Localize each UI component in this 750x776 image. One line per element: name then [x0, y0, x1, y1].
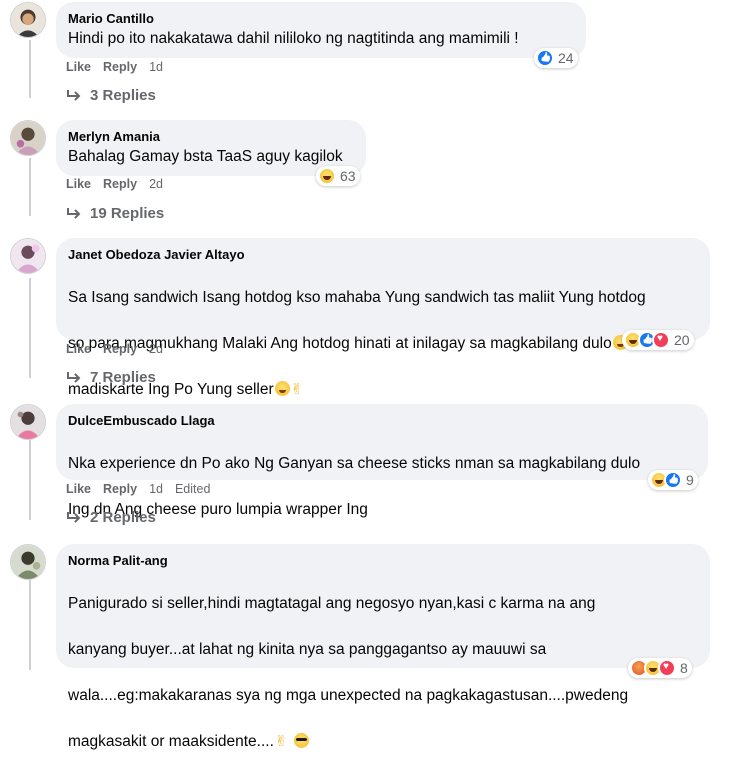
view-replies-button[interactable]: 2 Replies [66, 509, 156, 526]
reply-arrow-icon [66, 89, 82, 102]
reactions-summary[interactable]: 8 [628, 658, 692, 678]
comment-actions: Like Reply 1d Edited [66, 482, 210, 496]
love-reaction-icon [658, 659, 676, 677]
haha-reaction-icon [318, 167, 336, 185]
reaction-count: 20 [674, 332, 690, 348]
comment-bubble: Norma Palit-ang Panigurado si seller,hin… [56, 544, 710, 753]
thread-line [29, 158, 31, 216]
thread-line [29, 278, 31, 378]
replies-count-label: 19 Replies [90, 205, 165, 222]
edited-label[interactable]: Edited [175, 482, 210, 496]
replies-count-label: 2 Replies [90, 509, 156, 526]
comment-text: Hindi po ito nakakatawa dahil nililoko n… [68, 30, 519, 47]
comment-timestamp[interactable]: 2d [149, 342, 163, 356]
like-reaction-icon [664, 471, 682, 489]
comment-text-line: kanyang buyer...at lahat ng kinita nya s… [68, 641, 547, 658]
replies-count-label: 3 Replies [90, 87, 156, 104]
reactions-summary[interactable]: 63 [316, 166, 360, 186]
victory-hand-emoji-icon [275, 730, 289, 753]
comment-bubble: Mario Cantillo Hindi po ito nakakatawa d… [56, 2, 586, 58]
reactions-summary[interactable]: 24 [534, 48, 578, 68]
comment-bubble: Janet Obedoza Javier Altayo Sa Isang san… [56, 238, 710, 401]
reply-button[interactable]: Reply [103, 342, 137, 356]
comment-bubble: DulceEmbuscado Llaga Nka experience dn P… [56, 404, 708, 518]
reply-button[interactable]: Reply [103, 60, 137, 74]
comment-author[interactable]: Norma Palit-ang [68, 552, 698, 569]
like-button[interactable]: Like [66, 342, 91, 356]
reply-button[interactable]: Reply [103, 482, 137, 496]
reaction-count: 63 [340, 168, 356, 184]
avatar[interactable] [10, 2, 46, 38]
reaction-count: 24 [558, 50, 574, 66]
reaction-count: 9 [686, 472, 694, 488]
love-reaction-icon [652, 331, 670, 349]
reply-arrow-icon [66, 511, 82, 524]
comment-text-line: Sa Isang sandwich Isang hotdog kso mahab… [68, 289, 646, 306]
comment-text-line: magkasakit or maaksidente.... [68, 733, 274, 750]
avatar[interactable] [10, 544, 46, 580]
view-replies-button[interactable]: 3 Replies [66, 87, 156, 104]
comment-timestamp[interactable]: 1d [149, 482, 163, 496]
comment-text: Panigurado si seller,hindi magtatagal an… [68, 569, 698, 776]
thread-line [29, 440, 31, 520]
comment-author[interactable]: DulceEmbuscado Llaga [68, 412, 696, 429]
comment-text: Bahalag Gamay bsta TaaS aguy kagilok [68, 148, 343, 165]
grinning-emoji-icon [274, 381, 290, 396]
like-button[interactable]: Like [66, 482, 91, 496]
reply-arrow-icon [66, 371, 82, 384]
comment-author[interactable]: Janet Obedoza Javier Altayo [68, 246, 698, 263]
comment-text-line: Ing dn Ang cheese puro lumpia wrapper In… [68, 501, 368, 518]
like-reaction-icon [536, 49, 554, 67]
victory-hand-emoji-icon [291, 378, 305, 401]
avatar[interactable] [10, 120, 46, 156]
avatar[interactable] [10, 404, 46, 440]
comment-author[interactable]: Merlyn Amania [68, 128, 354, 145]
comment-text-line: Panigurado si seller,hindi magtatagal an… [68, 595, 596, 612]
reactions-summary[interactable]: 20 [622, 330, 694, 350]
view-replies-button[interactable]: 7 Replies [66, 369, 156, 386]
comment-text-line: wala....eg:makakaranas sya ng mga unexpe… [68, 687, 629, 704]
like-button[interactable]: Like [66, 177, 91, 191]
reaction-count: 8 [680, 660, 688, 676]
reactions-summary[interactable]: 9 [648, 470, 698, 490]
comment-actions: Like Reply 2d [66, 177, 163, 191]
reply-arrow-icon [66, 207, 82, 220]
comment-timestamp[interactable]: 1d [149, 60, 163, 74]
comment-author[interactable]: Mario Cantillo [68, 10, 574, 27]
comment-actions: Like Reply 2d [66, 342, 163, 356]
like-button[interactable]: Like [66, 60, 91, 74]
comment-timestamp[interactable]: 2d [149, 177, 163, 191]
comment-text-line: Nka experience dn Po ako Ng Ganyan sa ch… [68, 455, 641, 472]
replies-count-label: 7 Replies [90, 369, 156, 386]
sunglasses-emoji-icon [294, 733, 310, 748]
avatar[interactable] [10, 238, 46, 274]
thread-line [29, 40, 31, 98]
view-replies-button[interactable]: 19 Replies [66, 205, 164, 222]
comment-actions: Like Reply 1d [66, 60, 163, 74]
thread-line [29, 580, 31, 670]
reply-button[interactable]: Reply [103, 177, 137, 191]
